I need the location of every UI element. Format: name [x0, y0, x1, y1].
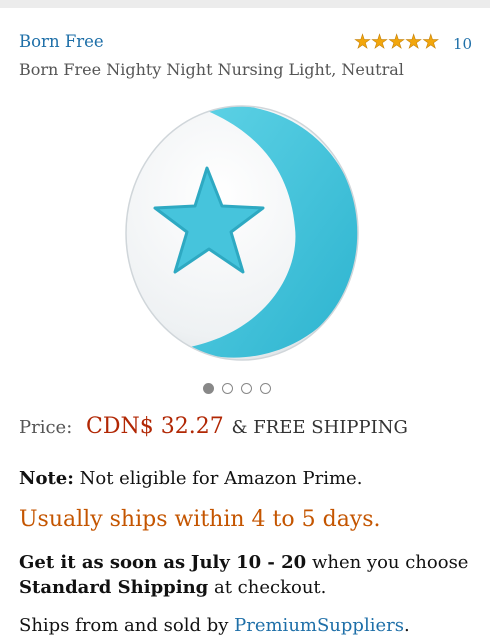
product-image[interactable] [125, 98, 365, 364]
star-icon: ★ [422, 31, 440, 54]
review-count-link[interactable]: 10 [453, 35, 472, 53]
seller-prefix: Ships from and sold by [19, 615, 229, 636]
brand-rating-row: Born Free ★ ★ ★ ★ ★ 10 [19, 31, 474, 56]
price-value: CDN$ 32.27 [86, 414, 224, 439]
seller-suffix: . [403, 615, 410, 636]
note-label: Note: [19, 468, 74, 489]
seller-link[interactable]: PremiumSuppliers [234, 615, 404, 636]
star-icon: ★ [405, 31, 423, 54]
note-text: Not eligible for Amazon Prime. [79, 468, 363, 489]
star-rating[interactable]: ★ ★ ★ ★ ★ [354, 31, 440, 54]
carousel-dot[interactable] [260, 383, 271, 394]
seller-info: Ships from and sold by PremiumSuppliers. [19, 615, 410, 636]
prime-note: Note: Not eligible for Amazon Prime. [19, 468, 362, 489]
carousel-dot[interactable] [241, 383, 252, 394]
brand-link[interactable]: Born Free [19, 32, 104, 51]
shipping-method: Standard Shipping [19, 577, 209, 598]
price-label: Price: [19, 417, 73, 438]
delivery-dates: July 10 - 20 [190, 552, 307, 573]
price-row: Price: CDN$ 32.27 & FREE SHIPPING [19, 414, 408, 439]
top-divider [0, 0, 490, 8]
delivery-suffix: at checkout. [214, 577, 327, 598]
delivery-prefix: Get it as soon as [19, 552, 186, 573]
delivery-middle: when you choose [311, 552, 469, 573]
image-carousel-dots [203, 383, 271, 394]
free-shipping-text: & FREE SHIPPING [231, 417, 408, 438]
carousel-dot[interactable] [222, 383, 233, 394]
carousel-dot[interactable] [203, 383, 214, 394]
star-icon: ★ [388, 31, 406, 54]
product-title: Born Free Nighty Night Nursing Light, Ne… [19, 60, 404, 79]
delivery-estimate: Get it as soon as July 10 - 20 when you … [19, 550, 479, 600]
availability-text: Usually ships within 4 to 5 days. [19, 507, 381, 532]
star-icon: ★ [354, 31, 372, 54]
moon-star-nightlight-icon [125, 105, 359, 361]
star-icon: ★ [371, 31, 389, 54]
